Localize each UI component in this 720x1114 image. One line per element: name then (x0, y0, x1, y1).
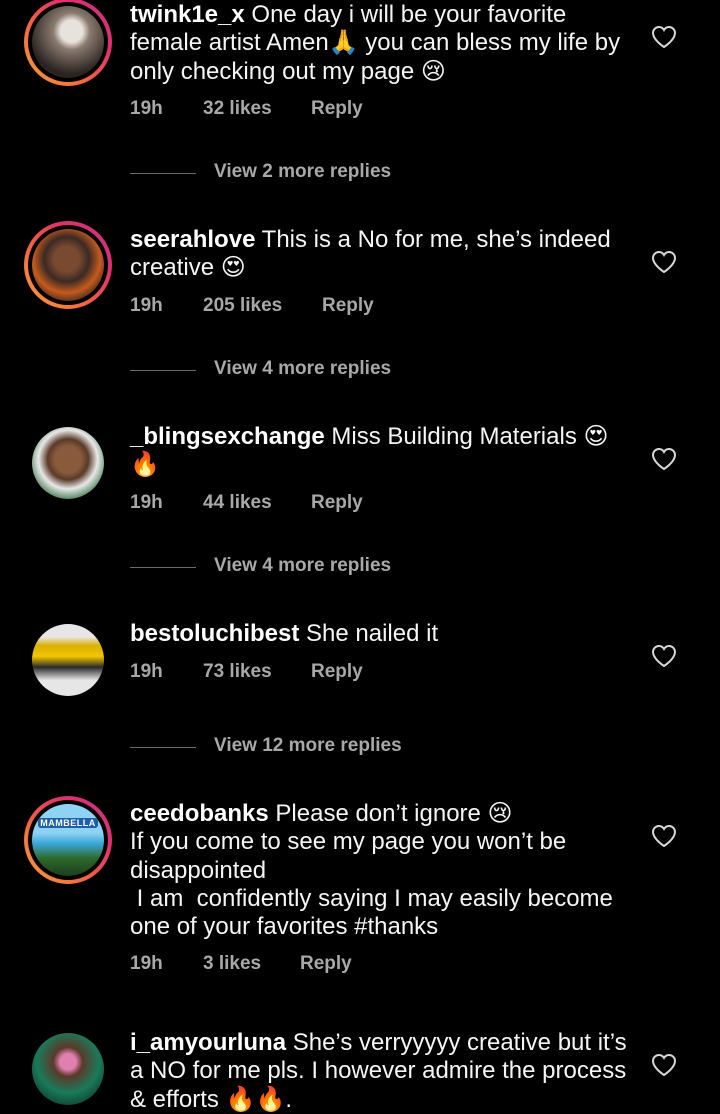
divider-line (130, 567, 196, 568)
profile-photo-icon (32, 6, 104, 78)
profile-photo-icon (32, 427, 104, 499)
heart-outline-icon[interactable] (651, 1053, 677, 1077)
comment-text: Please don’t ignore 😢 (275, 800, 513, 827)
comment-username[interactable]: seerahlove (130, 226, 255, 253)
profile-photo-icon: MAMBELLA (32, 804, 104, 876)
comment-time: 19h (130, 295, 163, 316)
profile-photo-icon (32, 1033, 104, 1105)
divider-line (130, 173, 196, 174)
comment-likes[interactable]: 32 likes (203, 98, 272, 120)
heart-outline-icon[interactable] (651, 447, 677, 471)
avatar[interactable] (24, 0, 112, 86)
reply-button[interactable]: Reply (322, 295, 374, 317)
comment-likes[interactable]: 205 likes (203, 295, 282, 317)
avatar[interactable] (32, 1033, 104, 1105)
comment-time: 19h (130, 98, 163, 119)
heart-outline-icon[interactable] (651, 824, 677, 848)
comment-likes[interactable]: 3 likes (203, 953, 261, 975)
comment-username[interactable]: twink1e_x (130, 1, 245, 28)
reply-button[interactable]: Reply (311, 661, 363, 683)
comment-username[interactable]: i_amyourluna (130, 1029, 286, 1056)
comment-likes[interactable]: 73 likes (203, 661, 272, 683)
comment-text: If you come to see my page you won’t be … (130, 828, 567, 884)
comment-likes[interactable]: 44 likes (203, 492, 272, 514)
comment-time: 19h (130, 953, 163, 974)
comment-text: I am confidently saying I may easily bec… (130, 884, 620, 941)
heart-outline-icon[interactable] (651, 25, 677, 49)
heart-outline-icon[interactable] (651, 644, 677, 668)
comment-time: 19h (130, 661, 163, 682)
reply-button[interactable]: Reply (300, 953, 352, 975)
comment-username[interactable]: bestoluchibest (130, 620, 299, 647)
avatar[interactable] (24, 221, 112, 309)
reply-button[interactable]: Reply (311, 492, 363, 514)
avatar[interactable] (32, 624, 104, 696)
divider-line (130, 370, 196, 371)
avatar[interactable]: MAMBELLA (24, 796, 112, 884)
comment-username[interactable]: ceedobanks (130, 800, 269, 827)
comment-username[interactable]: _blingsexchange (130, 423, 325, 450)
divider-line (130, 747, 196, 748)
comment-time: 19h (130, 492, 163, 513)
avatar[interactable] (32, 427, 104, 499)
heart-outline-icon[interactable] (651, 250, 677, 274)
avatar-badge: MAMBELLA (38, 818, 98, 828)
profile-photo-icon (32, 229, 104, 301)
comment-text: She nailed it (306, 620, 439, 647)
reply-button[interactable]: Reply (311, 98, 363, 120)
profile-photo-icon (32, 624, 104, 696)
